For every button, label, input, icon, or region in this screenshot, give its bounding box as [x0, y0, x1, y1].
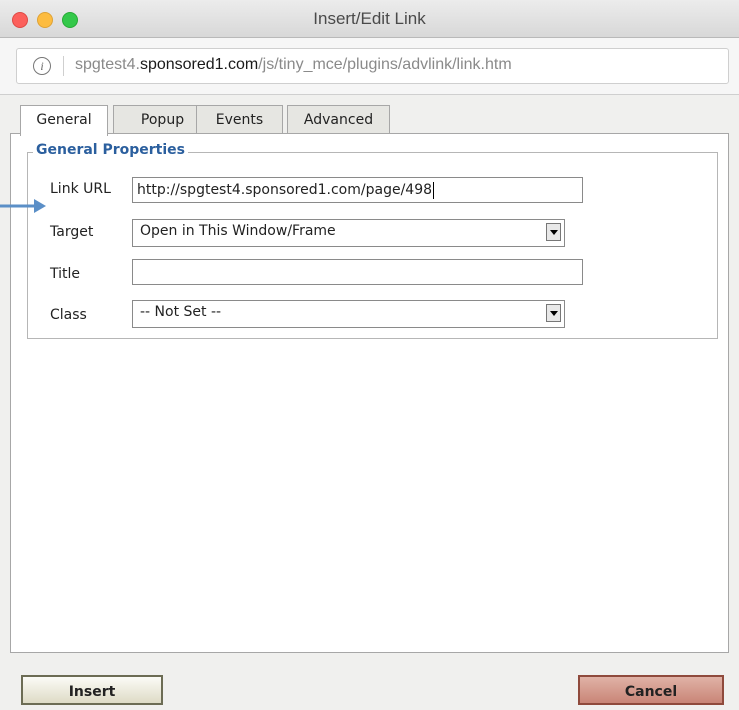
- insert-button[interactable]: Insert: [21, 675, 163, 705]
- title-label: Title: [50, 266, 81, 282]
- link-url-input[interactable]: http://spgtest4.sponsored1.com/page/498: [132, 177, 583, 203]
- class-select[interactable]: -- Not Set --: [132, 300, 565, 328]
- url-host: sponsored1.com: [139, 56, 259, 73]
- class-value: -- Not Set --: [140, 304, 222, 320]
- window-title-bar: Insert/Edit Link: [0, 0, 739, 38]
- title-input[interactable]: [132, 259, 583, 285]
- general-properties-fieldset: General Properties Link URL http://spgte…: [27, 142, 718, 339]
- tab-advanced[interactable]: Advanced: [287, 105, 390, 134]
- address-bar: i spgtest4.sponsored1.com/js/tiny_mce/pl…: [0, 38, 739, 95]
- url-text: spgtest4.sponsored1.com/js/tiny_mce/plug…: [75, 56, 512, 74]
- info-icon[interactable]: i: [33, 57, 51, 75]
- cancel-button[interactable]: Cancel: [578, 675, 724, 705]
- window-title: Insert/Edit Link: [313, 9, 426, 28]
- tab-events[interactable]: Events: [196, 105, 283, 134]
- dialog-body: General Popup Events Advanced General Pr…: [0, 95, 739, 710]
- target-value: Open in This Window/Frame: [140, 223, 336, 239]
- url-prefix: spgtest4.: [75, 56, 140, 73]
- class-label: Class: [50, 307, 87, 323]
- chevron-down-icon[interactable]: [546, 223, 561, 241]
- annotation-arrow-icon: [0, 199, 46, 213]
- fieldset-legend: General Properties: [33, 142, 188, 158]
- link-url-label: Link URL: [50, 181, 111, 197]
- target-label: Target: [50, 224, 94, 240]
- url-path: /js/tiny_mce/plugins/advlink/link.htm: [258, 56, 512, 73]
- tab-general[interactable]: General: [20, 105, 108, 136]
- link-url-value: http://spgtest4.sponsored1.com/page/498: [137, 182, 433, 198]
- target-select[interactable]: Open in This Window/Frame: [132, 219, 565, 247]
- url-divider: [63, 56, 64, 76]
- chevron-down-icon[interactable]: [546, 304, 561, 322]
- tab-strip: General Popup Events Advanced: [20, 105, 720, 136]
- text-cursor: [433, 181, 435, 199]
- url-field[interactable]: i spgtest4.sponsored1.com/js/tiny_mce/pl…: [16, 48, 729, 84]
